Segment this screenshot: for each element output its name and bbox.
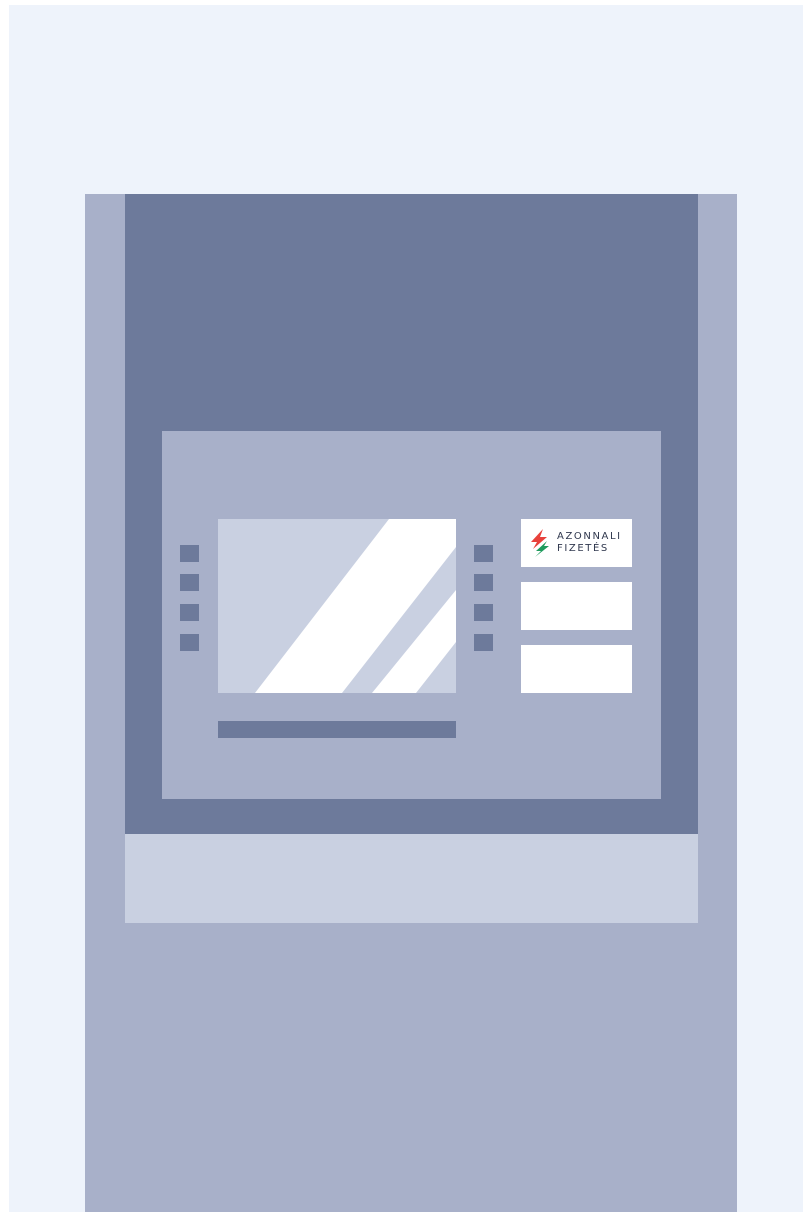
- card-slot[interactable]: [218, 721, 456, 738]
- azonnali-fizetes-sticker: AZONNALI FIZETÉS: [521, 519, 632, 567]
- atm-dispenser-band: [125, 834, 698, 923]
- left-side-key-1[interactable]: [180, 545, 199, 562]
- logo-text-line1: AZONNALI: [557, 531, 622, 542]
- atm-screen: [218, 519, 456, 693]
- logo-text-line2: FIZETÉS: [557, 543, 609, 554]
- left-side-key-3[interactable]: [180, 604, 199, 621]
- lightning-bolt-icon: [529, 529, 551, 557]
- right-side-key-1[interactable]: [474, 545, 493, 562]
- right-side-key-4[interactable]: [474, 634, 493, 651]
- left-side-key-2[interactable]: [180, 574, 199, 591]
- side-panel-blank-2: [521, 645, 632, 693]
- right-side-key-3[interactable]: [474, 604, 493, 621]
- logo-text: AZONNALI FIZETÉS: [557, 531, 622, 555]
- right-side-key-2[interactable]: [474, 574, 493, 591]
- left-side-key-4[interactable]: [180, 634, 199, 651]
- side-panel-blank-1: [521, 582, 632, 630]
